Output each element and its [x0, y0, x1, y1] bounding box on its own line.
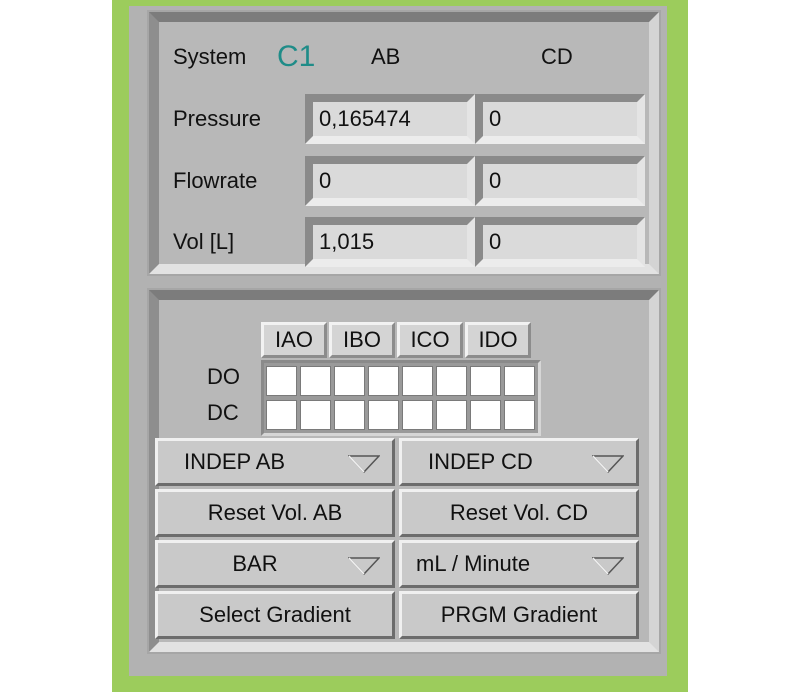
controls-panel: IAO IBO ICO IDO DO DC INDEP AB INDEP CD … [149, 290, 659, 652]
control-panel: System C1 AB CD Pressure 0,165474 0 Flow… [129, 6, 667, 676]
dc-cell-3[interactable] [334, 400, 365, 430]
channel-header-ibo: IBO [329, 322, 395, 358]
chevron-down-icon [592, 557, 624, 575]
do-cell-3[interactable] [334, 366, 365, 396]
do-row-label: DO [207, 364, 240, 389]
pressure-unit-dropdown[interactable]: BAR [155, 540, 395, 588]
reset-vol-ab-button[interactable]: Reset Vol. AB [155, 489, 395, 537]
dc-cell-4[interactable] [368, 400, 399, 430]
dc-cell-5[interactable] [402, 400, 433, 430]
dc-cell-6[interactable] [436, 400, 467, 430]
flow-unit-dropdown-label: mL / Minute [416, 551, 531, 576]
window-frame: System C1 AB CD Pressure 0,165474 0 Flow… [112, 0, 688, 692]
channel-header-iao: IAO [261, 322, 327, 358]
do-cell-8[interactable] [504, 366, 535, 396]
do-cell-4[interactable] [368, 366, 399, 396]
chevron-down-icon [348, 557, 380, 575]
system-id: C1 [277, 40, 316, 73]
mode-ab-dropdown-label: INDEP AB [184, 449, 286, 474]
mode-cd-dropdown-label: INDEP CD [428, 449, 533, 474]
do-cell-5[interactable] [402, 366, 433, 396]
column-header-cd: CD [541, 44, 573, 69]
chevron-down-icon [348, 455, 380, 473]
do-dc-indicator-grid [261, 360, 541, 436]
select-gradient-button[interactable]: Select Gradient [155, 591, 395, 639]
mode-ab-dropdown[interactable]: INDEP AB [155, 438, 395, 486]
prgm-gradient-button[interactable]: PRGM Gradient [399, 591, 639, 639]
do-cell-2[interactable] [300, 366, 331, 396]
dc-row-label: DC [207, 400, 239, 425]
channel-header-ico: ICO [397, 322, 463, 358]
channel-header-ido: IDO [465, 322, 531, 358]
mode-cd-dropdown[interactable]: INDEP CD [399, 438, 639, 486]
dc-cell-1[interactable] [266, 400, 297, 430]
do-cell-7[interactable] [470, 366, 501, 396]
chevron-down-icon [592, 455, 624, 473]
readings-panel: System C1 AB CD Pressure 0,165474 0 Flow… [149, 12, 659, 274]
column-header-ab: AB [371, 44, 401, 69]
volume-ab-display: 1,015 [305, 217, 475, 267]
volume-cd-display: 0 [475, 217, 645, 267]
pressure-cd-display: 0 [475, 94, 645, 144]
dc-cell-8[interactable] [504, 400, 535, 430]
flowrate-cd-display: 0 [475, 156, 645, 206]
dc-cell-2[interactable] [300, 400, 331, 430]
flow-unit-dropdown[interactable]: mL / Minute [399, 540, 639, 588]
volume-label: Vol [L] [173, 229, 235, 254]
pressure-label: Pressure [173, 106, 262, 131]
pressure-ab-display: 0,165474 [305, 94, 475, 144]
dc-cell-7[interactable] [470, 400, 501, 430]
reset-vol-cd-button[interactable]: Reset Vol. CD [399, 489, 639, 537]
flowrate-ab-display: 0 [305, 156, 475, 206]
flowrate-label: Flowrate [173, 168, 258, 193]
pressure-unit-dropdown-label: BAR [232, 551, 278, 576]
system-label: System [173, 44, 247, 69]
do-cell-6[interactable] [436, 366, 467, 396]
do-cell-1[interactable] [266, 366, 297, 396]
